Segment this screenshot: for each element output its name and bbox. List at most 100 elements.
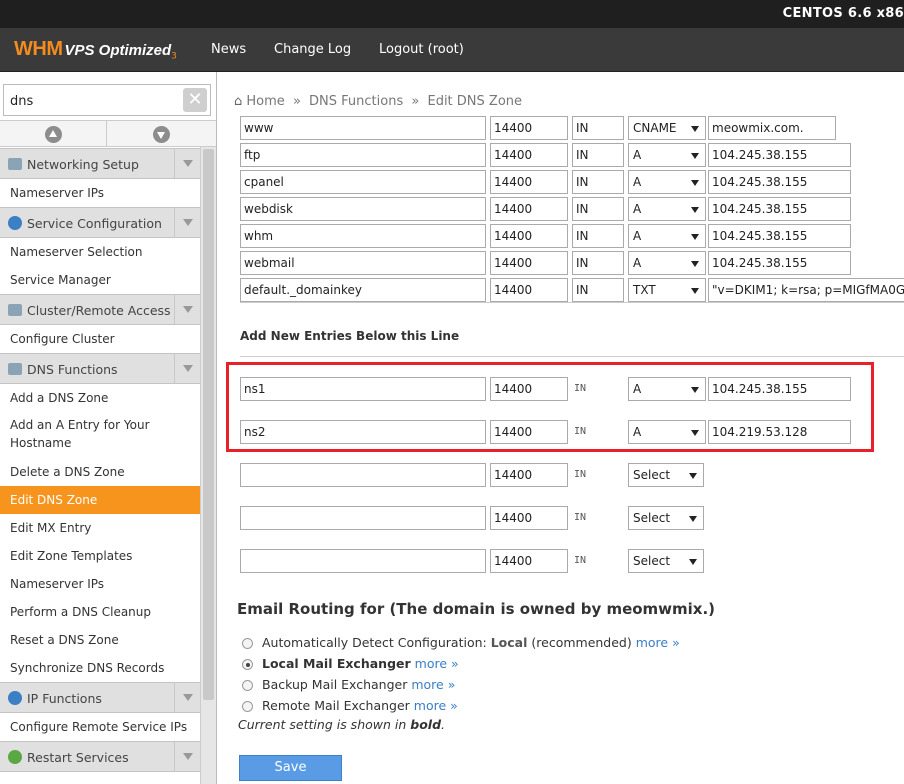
- breadcrumb-home[interactable]: Home: [246, 94, 284, 109]
- sidebar-item-remote-service-ips[interactable]: Configure Remote Service IPs: [0, 713, 200, 741]
- record-name-field[interactable]: [240, 463, 486, 487]
- record-value-field[interactable]: 104.245.38.155: [708, 143, 851, 167]
- record-type-select[interactable]: Select: [628, 506, 704, 530]
- category-networking-setup[interactable]: Networking Setup: [0, 148, 200, 179]
- record-type-select[interactable]: A: [628, 143, 706, 167]
- sidebar-item-reset-dns-zone[interactable]: Reset a DNS Zone: [0, 626, 200, 654]
- radio-button[interactable]: [242, 638, 253, 649]
- record-name-field[interactable]: www: [240, 116, 486, 140]
- ttl-field[interactable]: 14400: [490, 549, 568, 573]
- radio-button[interactable]: [242, 680, 253, 691]
- sidebar-item-sync-dns-records[interactable]: Synchronize DNS Records: [0, 654, 200, 682]
- sidebar-item-delete-dns-zone[interactable]: Delete a DNS Zone: [0, 458, 200, 486]
- record-name-field[interactable]: [240, 549, 486, 573]
- breadcrumb-dns-functions[interactable]: DNS Functions: [309, 94, 403, 109]
- class-field[interactable]: IN: [572, 251, 624, 275]
- chevron-down-icon[interactable]: [174, 354, 200, 383]
- record-value-field[interactable]: meowmix.com.: [708, 116, 836, 140]
- class-field[interactable]: IN: [572, 116, 624, 140]
- current-setting-prefix: Current setting is shown in: [238, 717, 407, 732]
- more-link[interactable]: more »: [415, 656, 459, 671]
- chevron-down-icon[interactable]: [174, 295, 200, 324]
- record-value-field[interactable]: "v=DKIM1; k=rsa; p=MIGfMA0G: [708, 278, 904, 302]
- record-type-select[interactable]: Select: [628, 549, 704, 573]
- scroll-down-button[interactable]: [108, 121, 215, 147]
- sidebar-item-edit-zone-templates[interactable]: Edit Zone Templates: [0, 542, 200, 570]
- chevron-down-icon[interactable]: [174, 683, 200, 712]
- ttl-field[interactable]: 14400: [490, 278, 568, 302]
- sidebar-item-dns-cleanup[interactable]: Perform a DNS Cleanup: [0, 598, 200, 626]
- record-type-select[interactable]: Select: [628, 463, 704, 487]
- category-cluster-remote-access[interactable]: Cluster/Remote Access: [0, 294, 200, 325]
- record-type-select[interactable]: TXT: [628, 278, 706, 302]
- record-value-field[interactable]: 104.245.38.155: [708, 224, 851, 248]
- scrollbar-thumb[interactable]: [203, 149, 214, 700]
- category-dns-functions[interactable]: DNS Functions: [0, 353, 200, 384]
- sidebar-scrollbar[interactable]: [200, 147, 216, 784]
- chevron-down-icon[interactable]: [174, 149, 200, 178]
- os-label: CENTOS 6.6 x86: [782, 6, 904, 21]
- nav-logout[interactable]: Logout (root): [379, 42, 464, 57]
- sidebar-item-edit-dns-zone[interactable]: Edit DNS Zone: [0, 486, 200, 514]
- category-restart-services[interactable]: Restart Services: [0, 741, 200, 772]
- main-content: www 14400 IN CNAME meowmix.com. ftp 14400 IN A 10…: [218, 116, 904, 784]
- class-field[interactable]: IN: [572, 278, 624, 302]
- record-type-select[interactable]: CNAME: [628, 116, 706, 140]
- record-type-select[interactable]: A: [628, 224, 706, 248]
- sidebar-item-add-a-entry[interactable]: Add an A Entry for Your Hostname: [0, 412, 200, 458]
- class-field[interactable]: IN: [572, 143, 624, 167]
- sidebar-item-service-manager[interactable]: Service Manager: [0, 266, 200, 294]
- record-name-field[interactable]: webdisk: [240, 197, 486, 221]
- record-name-field[interactable]: whm: [240, 224, 486, 248]
- more-link[interactable]: more »: [411, 677, 455, 692]
- record-type-value: A: [633, 202, 642, 216]
- record-name-field[interactable]: [240, 506, 486, 530]
- sidebar-item-nameserver-ips[interactable]: Nameserver IPs: [0, 179, 200, 207]
- record-type-select[interactable]: A: [628, 197, 706, 221]
- sidebar-item-configure-cluster[interactable]: Configure Cluster: [0, 325, 200, 353]
- more-link[interactable]: more »: [414, 698, 458, 713]
- sidebar-item-edit-mx-entry[interactable]: Edit MX Entry: [0, 514, 200, 542]
- category-service-configuration[interactable]: Service Configuration: [0, 207, 200, 238]
- whm-logo[interactable]: WHM VPS Optimized3: [14, 38, 177, 61]
- scroll-up-button[interactable]: [0, 121, 107, 147]
- save-button[interactable]: Save: [239, 755, 342, 781]
- nav-change-log[interactable]: Change Log: [274, 42, 351, 57]
- ttl-field[interactable]: 14400: [490, 116, 568, 140]
- nav-news[interactable]: News: [211, 42, 246, 57]
- record-value-field[interactable]: 104.245.38.155: [708, 197, 851, 221]
- record-name-field[interactable]: ftp: [240, 143, 486, 167]
- sidebar-item-add-dns-zone[interactable]: Add a DNS Zone: [0, 384, 200, 412]
- record-type-select[interactable]: A: [628, 170, 706, 194]
- class-field[interactable]: IN: [572, 197, 624, 221]
- ttl-field[interactable]: 14400: [490, 224, 568, 248]
- ttl-field[interactable]: 14400: [490, 143, 568, 167]
- sidebar-item-nameserver-selection[interactable]: Nameserver Selection: [0, 238, 200, 266]
- chevron-down-icon[interactable]: [174, 742, 200, 771]
- home-icon[interactable]: ⌂: [234, 94, 242, 109]
- caret-down-icon: [691, 234, 699, 240]
- ttl-field[interactable]: 14400: [490, 170, 568, 194]
- sidebar-item-nameserver-ips-dns[interactable]: Nameserver IPs: [0, 570, 200, 598]
- clear-search-icon[interactable]: ✕: [183, 88, 207, 112]
- class-field[interactable]: IN: [572, 224, 624, 248]
- ttl-field[interactable]: 14400: [490, 251, 568, 275]
- more-link[interactable]: more »: [636, 635, 680, 650]
- search-input[interactable]: [10, 91, 180, 111]
- record-name-field[interactable]: cpanel: [240, 170, 486, 194]
- chevron-down-icon[interactable]: [174, 208, 200, 237]
- record-value-field[interactable]: 104.245.38.155: [708, 251, 851, 275]
- ttl-field[interactable]: 14400: [490, 197, 568, 221]
- class-field[interactable]: IN: [572, 170, 624, 194]
- record-type-select[interactable]: A: [628, 251, 706, 275]
- record-name-field[interactable]: default._domainkey: [240, 278, 486, 302]
- menu-arrows: [0, 120, 216, 147]
- category-ip-functions[interactable]: IP Functions: [0, 682, 200, 713]
- record-row: 14400 IN Select: [218, 463, 904, 489]
- record-value-field[interactable]: 104.245.38.155: [708, 170, 851, 194]
- radio-button-selected[interactable]: [242, 659, 253, 670]
- record-name-field[interactable]: webmail: [240, 251, 486, 275]
- radio-button[interactable]: [242, 701, 253, 712]
- ttl-field[interactable]: 14400: [490, 506, 568, 530]
- ttl-field[interactable]: 14400: [490, 463, 568, 487]
